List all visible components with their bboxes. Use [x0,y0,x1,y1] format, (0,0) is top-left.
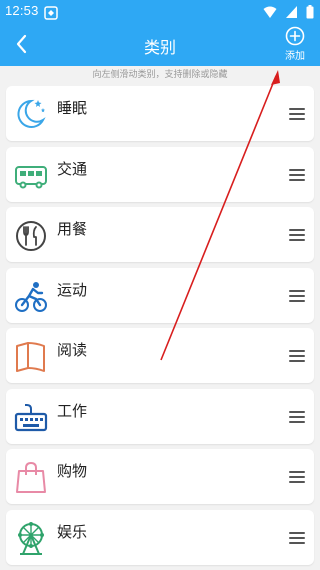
category-list: 睡眠 交通 用餐 运动 阅读 工作 购物 娱乐 [6,86,314,570]
bus-icon [14,156,48,194]
category-label: 睡眠 [57,99,88,117]
category-label: 娱乐 [57,522,88,541]
status-time: 12:53 [5,3,39,18]
signal-icon [285,6,297,18]
status-bar: 12:53 [0,0,320,24]
drag-handle-icon[interactable] [289,350,305,362]
battery-icon [306,5,314,19]
status-icons [260,5,314,24]
book-icon [14,337,48,375]
category-item-dining[interactable]: 用餐 [6,207,314,262]
category-item-work[interactable]: 工作 [6,388,314,444]
moon-icon [14,95,48,133]
drag-handle-icon[interactable] [289,471,305,483]
add-label: 添加 [285,51,305,62]
cyclist-icon [14,277,48,315]
category-label: 交通 [57,159,88,178]
fork-knife-icon [14,216,48,254]
category-label: 购物 [57,462,88,480]
drag-handle-icon[interactable] [289,531,305,544]
category-item-shopping[interactable]: 购物 [6,449,314,504]
category-label: 阅读 [57,341,88,359]
category-item-sleep[interactable]: 睡眠 [6,86,314,141]
wifi-icon [263,6,277,18]
app-notification-icon [44,5,58,24]
add-button[interactable]: 添加 [280,26,310,62]
app-bar: 类别 添加 [0,24,320,66]
category-label: 工作 [57,401,88,420]
drag-handle-icon[interactable] [289,168,305,181]
category-label: 用餐 [57,220,88,238]
category-item-transport[interactable]: 交通 [6,146,314,202]
plus-circle-icon [285,26,305,46]
category-item-sports[interactable]: 运动 [6,267,314,323]
page-title: 类别 [143,38,176,57]
drag-handle-icon[interactable] [289,289,305,302]
category-label: 运动 [57,280,88,299]
category-item-reading[interactable]: 阅读 [6,328,314,383]
swipe-hint: 向左侧滑动类别，支持删除或隐藏 [0,66,320,84]
category-item-entertainment[interactable]: 娱乐 [6,509,314,565]
keyboard-icon [14,398,48,436]
drag-handle-icon[interactable] [289,410,305,423]
ferris-wheel-icon [14,519,48,557]
drag-handle-icon[interactable] [289,108,305,120]
shopping-bag-icon [14,458,48,496]
drag-handle-icon[interactable] [289,229,305,241]
